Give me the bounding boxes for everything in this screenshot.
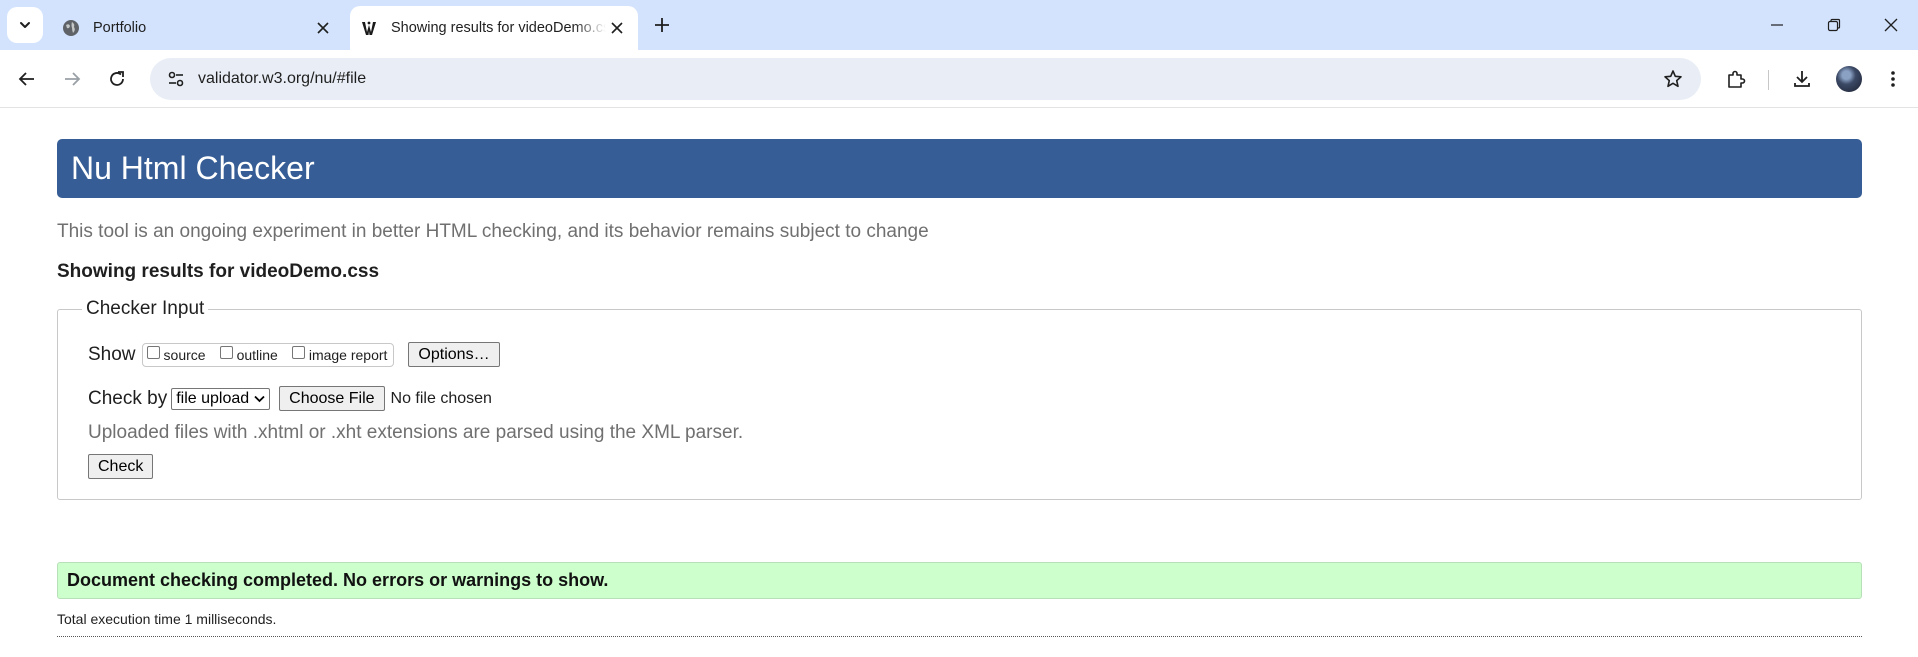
close-icon [1884, 18, 1898, 32]
close-icon[interactable] [312, 17, 334, 39]
arrow-right-icon [65, 72, 81, 86]
show-label: Show [88, 343, 136, 365]
show-checkbox-group: source outline image report [141, 342, 395, 367]
star-icon[interactable] [1659, 65, 1687, 93]
tab-portfolio[interactable]: Portfolio [52, 6, 344, 50]
minimize-button[interactable] [1763, 12, 1791, 38]
choose-file-button[interactable]: Choose File [279, 386, 385, 411]
check-by-select[interactable]: file upload [171, 387, 271, 410]
options-button[interactable]: Options… [408, 342, 500, 367]
outline-label: outline [236, 346, 278, 363]
tab-title: Portfolio [93, 20, 147, 36]
tab-title: Showing results for videoDemo.css [391, 20, 606, 36]
tab-strip: Portfolio Showing results for videoDemo.… [0, 0, 1918, 50]
show-outline-option[interactable]: outline [219, 346, 278, 363]
extensions-button[interactable] [1722, 65, 1750, 93]
chevron-down-icon [254, 395, 265, 403]
execution-time: Total execution time 1 milliseconds. [57, 611, 277, 627]
toolbar-divider [1768, 70, 1769, 90]
minimize-icon [1771, 24, 1783, 26]
check-by-row: Check by file upload Choose File No file… [88, 386, 492, 411]
plus-icon [655, 18, 669, 32]
show-image-report-option[interactable]: image report [291, 346, 388, 363]
close-icon[interactable] [606, 17, 628, 39]
image-report-checkbox[interactable] [291, 346, 305, 359]
browser-toolbar: validator.w3.org/nu/#file [0, 50, 1918, 108]
forward-button[interactable] [58, 65, 86, 93]
back-button[interactable] [13, 65, 41, 93]
address-bar[interactable]: validator.w3.org/nu/#file [150, 58, 1701, 100]
close-window-button[interactable] [1877, 12, 1905, 38]
tab-validator[interactable]: Showing results for videoDemo.css [350, 6, 638, 50]
check-by-label: Check by [88, 387, 168, 409]
tab-search-button[interactable] [7, 7, 43, 43]
chevron-down-icon [20, 22, 30, 28]
divider [57, 636, 1862, 637]
tagline: This tool is an ongoing experiment in be… [57, 221, 929, 242]
source-label: source [163, 346, 206, 363]
page-title: Nu Html Checker [57, 139, 1862, 198]
download-icon [1794, 71, 1810, 87]
more-vertical-icon [1891, 71, 1895, 87]
reload-button[interactable] [103, 65, 131, 93]
show-source-option[interactable]: source [146, 346, 206, 363]
file-status: No file chosen [390, 389, 492, 407]
show-options-row: Show source outline image report Options… [88, 342, 500, 367]
page-content: Nu Html Checker This tool is an ongoing … [0, 109, 1918, 657]
url-text[interactable]: validator.w3.org/nu/#file [198, 70, 1659, 88]
checker-input-form: Checker Input Show source outline image … [57, 298, 1862, 500]
outline-checkbox[interactable] [219, 346, 233, 359]
results-heading: Showing results for videoDemo.css [57, 261, 380, 282]
source-checkbox[interactable] [146, 346, 160, 359]
submit-row: Check [88, 454, 154, 479]
success-message: Document checking completed. No errors o… [57, 562, 1862, 599]
check-by-value: file upload [176, 389, 250, 407]
restore-icon [1827, 18, 1841, 32]
image-report-label: image report [308, 346, 388, 363]
xml-parser-hint: Uploaded files with .xhtml or .xht exten… [88, 422, 744, 443]
reload-icon [110, 71, 124, 86]
new-tab-button[interactable] [650, 13, 674, 37]
puzzle-icon [1728, 70, 1746, 88]
globe-icon [62, 19, 80, 37]
site-info-icon[interactable] [164, 67, 188, 91]
avatar[interactable] [1836, 66, 1862, 92]
checker-input-legend: Checker Input [82, 298, 209, 320]
check-button[interactable]: Check [88, 454, 154, 479]
w3c-validator-icon [360, 19, 378, 37]
downloads-button[interactable] [1788, 65, 1816, 93]
menu-button[interactable] [1879, 65, 1907, 93]
restore-button[interactable] [1820, 12, 1848, 38]
arrow-left-icon [18, 72, 34, 86]
